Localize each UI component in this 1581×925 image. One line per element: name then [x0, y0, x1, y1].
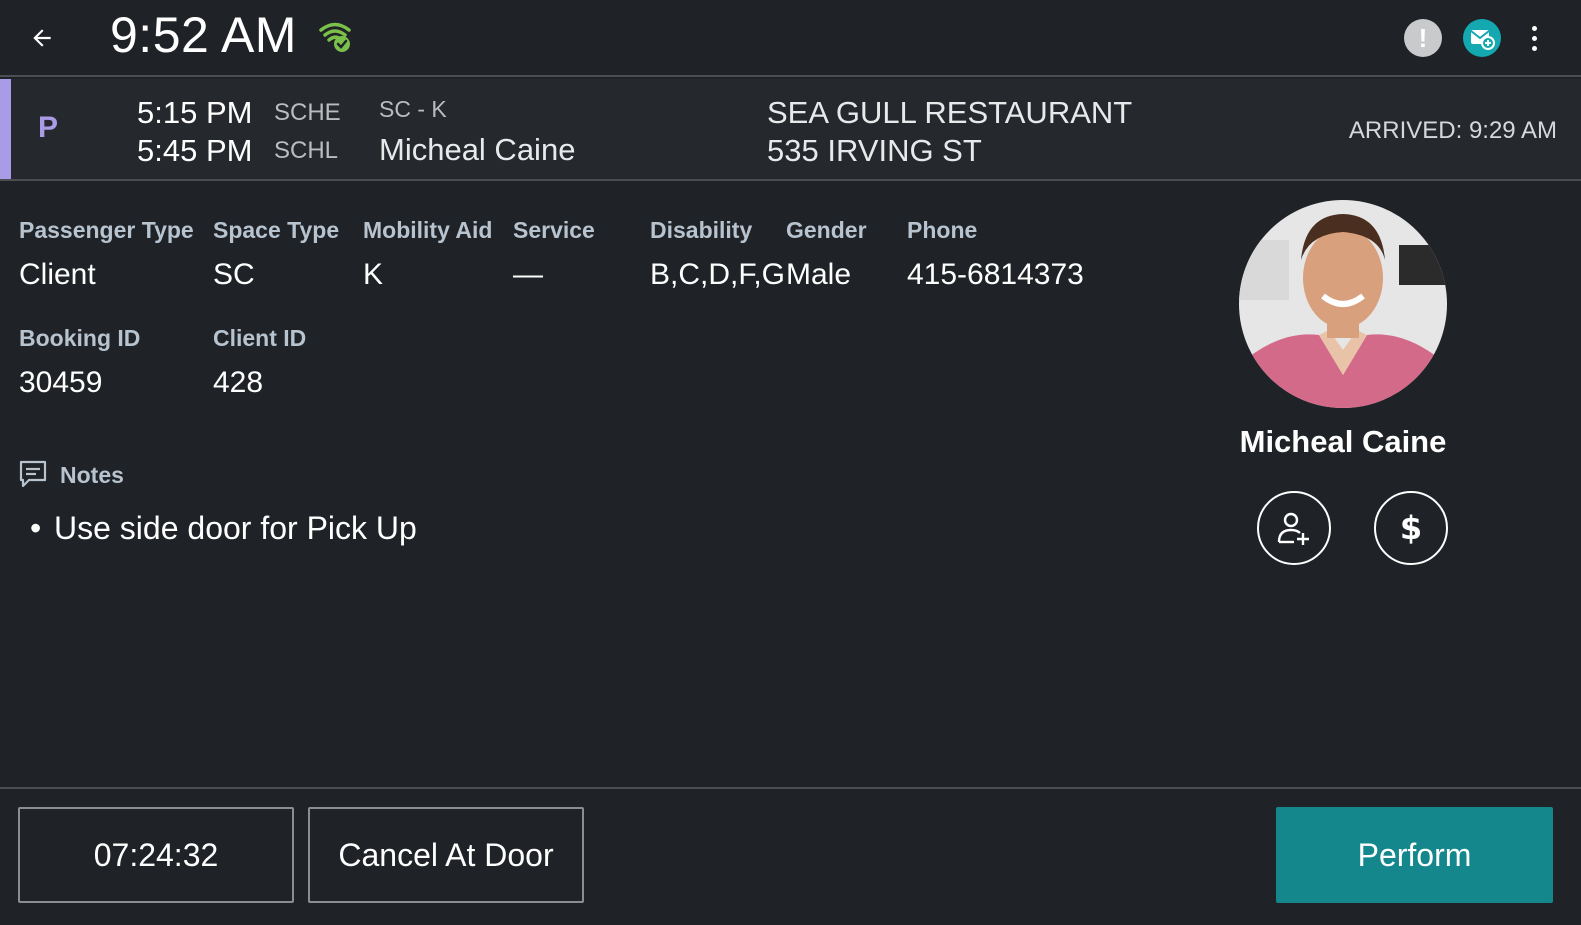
svg-text:$: $: [1400, 509, 1422, 547]
phone-label: Phone: [907, 217, 978, 243]
booking-id-value: 30459: [19, 366, 103, 399]
trip-passenger-name: Micheal Caine: [379, 132, 576, 167]
disability-label: Disability: [650, 217, 753, 243]
passenger-type-value: Client: [19, 258, 96, 291]
profile-name: Micheal Caine: [1239, 424, 1447, 459]
back-button[interactable]: [24, 20, 60, 56]
clock-time: 9:52 AM: [110, 7, 297, 63]
client-id-label: Client ID: [213, 325, 307, 351]
mobility-aid-label: Mobility Aid: [363, 217, 493, 243]
back-arrow-icon: [33, 29, 51, 47]
top-app-bar: 9:52 AM !: [0, 0, 1581, 77]
alert-icon[interactable]: !: [1404, 19, 1442, 57]
dollar-icon: $: [1400, 509, 1422, 547]
space-type-label: Space Type: [213, 217, 340, 243]
scheduled-time-early: 5:15 PM: [137, 95, 253, 130]
booking-id-label: Booking ID: [19, 325, 141, 351]
space-type-value: SC: [213, 258, 255, 291]
address-line-1: SEA GULL RESTAURANT: [767, 95, 1133, 130]
message-icon[interactable]: [1463, 19, 1501, 57]
client-id-value: 428: [213, 366, 264, 399]
note-text: Use side door for Pick Up: [54, 510, 417, 546]
service-label: Service: [513, 217, 595, 243]
trip-type-letter: P: [38, 111, 59, 144]
note-item: • Use side door for Pick Up: [30, 510, 417, 547]
gender-value: Male: [786, 258, 852, 291]
schedule-code-early: SCHE: [274, 99, 341, 126]
passenger-type-label: Passenger Type: [19, 217, 194, 243]
gender-label: Gender: [786, 217, 867, 243]
footer-divider: [0, 787, 1581, 789]
service-code: SC - K: [379, 96, 447, 122]
wifi-check-icon: [319, 22, 351, 52]
bullet-icon: •: [30, 510, 42, 546]
trip-summary-row[interactable]: P 5:15 PM 5:45 PM SCHE SCHL SC - K Miche…: [0, 79, 1581, 181]
envelope-icon: [1470, 30, 1495, 50]
avatar: [1239, 200, 1447, 408]
chat-notes-icon: [19, 460, 47, 488]
mobility-aid-value: K: [363, 258, 384, 291]
schedule-code-late: SCHL: [274, 137, 339, 164]
fare-button[interactable]: $: [1374, 491, 1448, 565]
perform-button[interactable]: Perform: [1276, 807, 1553, 903]
arrived-status: ARRIVED: 9:29 AM: [1348, 117, 1557, 144]
cancel-at-door-button[interactable]: Cancel At Door: [308, 807, 584, 903]
address-line-2: 535 IRVING ST: [767, 133, 982, 168]
add-person-icon: [1277, 512, 1309, 545]
scheduled-time-late: 5:45 PM: [137, 133, 253, 168]
passenger-photo: [1239, 200, 1447, 408]
phone-value[interactable]: 415-6814373: [907, 258, 1084, 292]
service-value: —: [513, 258, 543, 291]
notes-label: Notes: [60, 462, 124, 488]
trip-type-stripe: [0, 79, 11, 179]
elapsed-timer: 07:24:32: [18, 807, 294, 903]
more-vert-icon[interactable]: [1522, 20, 1546, 56]
disability-value: B,C,D,F,G: [650, 258, 786, 291]
add-companion-button[interactable]: [1257, 491, 1331, 565]
